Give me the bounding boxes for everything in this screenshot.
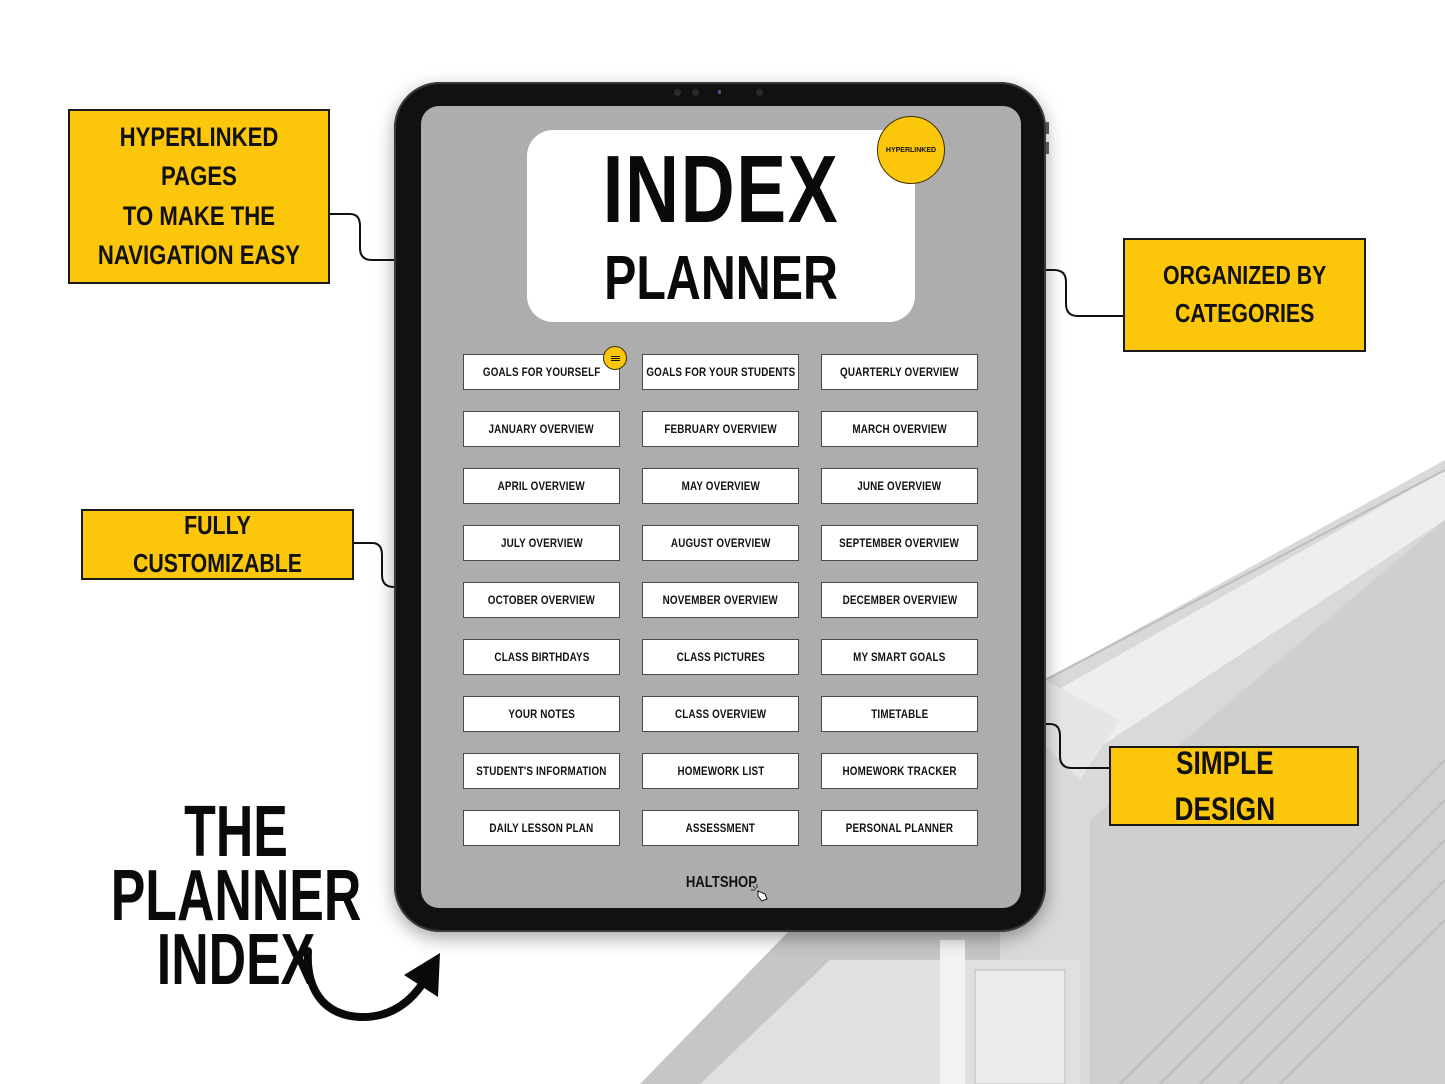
connector-line bbox=[1046, 269, 1123, 317]
connector-line bbox=[330, 213, 394, 261]
index-link-february-overview[interactable]: February overview bbox=[642, 411, 799, 447]
planner-screen: INDEX PLANNER HYPERLINKED Goals for your… bbox=[421, 106, 1021, 908]
index-link-november-overview[interactable]: November overview bbox=[642, 582, 799, 618]
index-link-may-overview[interactable]: May overview bbox=[642, 468, 799, 504]
index-link-october-overview[interactable]: October overview bbox=[463, 582, 620, 618]
index-link-label: November overview bbox=[662, 593, 779, 607]
callout-text: FULLY CUSTOMIZABLE bbox=[133, 509, 302, 578]
camera-sensor-icon bbox=[674, 89, 681, 96]
index-link-label: Homework tracker bbox=[842, 764, 957, 778]
index-link-quarterly-overview[interactable]: Quarterly overview bbox=[821, 354, 978, 390]
index-link-timetable[interactable]: Timetable bbox=[821, 696, 978, 732]
index-link-label: Homework list bbox=[677, 764, 764, 778]
index-link-personal-planner[interactable]: Personal planner bbox=[821, 810, 978, 846]
index-link-label: Daily lesson plan bbox=[489, 821, 594, 835]
callout-text: HYPERLINKED PAGES TO MAKE THE NAVIGATION… bbox=[97, 122, 301, 270]
brand-link[interactable]: HALTSHOP bbox=[421, 874, 1021, 892]
index-link-label: October overview bbox=[487, 593, 596, 607]
pointer-hand-icon bbox=[751, 884, 768, 902]
index-link-goals-for-yourself[interactable]: Goals for yourself bbox=[463, 346, 627, 390]
index-link-december-overview[interactable]: December overview bbox=[821, 582, 978, 618]
index-link-goals-for-your-students[interactable]: Goals for your students bbox=[642, 354, 799, 390]
index-link-september-overview[interactable]: September overview bbox=[821, 525, 978, 561]
index-link-label: Student's information bbox=[476, 764, 607, 778]
index-link-label: April overview bbox=[497, 479, 586, 493]
callout-text: ORGANIZED BY CATEGORIES bbox=[1162, 260, 1327, 328]
index-link-label: Timetable bbox=[870, 707, 929, 721]
connector-line bbox=[1046, 723, 1109, 769]
index-grid: Goals for yourself Goals for your studen… bbox=[463, 346, 979, 846]
callout-fully-customizable: FULLY CUSTOMIZABLE bbox=[81, 509, 354, 580]
index-link-label: August overview bbox=[670, 536, 771, 550]
index-link-label: Quarterly overview bbox=[840, 365, 959, 379]
notes-icon bbox=[603, 346, 627, 370]
index-link-march-overview[interactable]: March overview bbox=[821, 411, 978, 447]
volume-button bbox=[1046, 122, 1049, 134]
index-link-august-overview[interactable]: August overview bbox=[642, 525, 799, 561]
index-link-label: Your notes bbox=[508, 707, 575, 721]
brand-label: HALTSHOP bbox=[685, 874, 757, 891]
index-link-label: September overview bbox=[839, 536, 960, 550]
title-card: INDEX PLANNER bbox=[527, 130, 915, 322]
callout-organized-by-categories: ORGANIZED BY CATEGORIES bbox=[1123, 238, 1366, 352]
camera-lens-icon bbox=[718, 90, 721, 94]
index-link-january-overview[interactable]: January overview bbox=[463, 411, 620, 447]
camera-sensor-icon bbox=[756, 89, 763, 96]
callout-text: SIMPLE DESIGN bbox=[1174, 744, 1276, 827]
index-link-label: Class pictures bbox=[676, 650, 765, 664]
index-link-label: February overview bbox=[664, 422, 777, 436]
curved-arrow-icon bbox=[303, 947, 440, 1022]
tablet-device: INDEX PLANNER HYPERLINKED Goals for your… bbox=[394, 82, 1049, 932]
page-subtitle: PLANNER bbox=[604, 244, 838, 313]
index-link-homework-tracker[interactable]: Homework tracker bbox=[821, 753, 978, 789]
page-title: INDEX bbox=[602, 136, 840, 243]
index-link-april-overview[interactable]: April overview bbox=[463, 468, 620, 504]
index-link-assessment[interactable]: Assessment bbox=[642, 810, 799, 846]
index-link-label: Personal planner bbox=[845, 821, 954, 835]
index-link-label: Goals for your students bbox=[645, 365, 796, 379]
index-link-label: March overview bbox=[852, 422, 947, 436]
index-link-label: My smart goals bbox=[853, 650, 946, 664]
index-link-label: July overview bbox=[500, 536, 583, 550]
callout-simple-design: SIMPLE DESIGN bbox=[1109, 745, 1359, 827]
index-link-label: Goals for yourself bbox=[482, 365, 601, 379]
index-link-homework-list[interactable]: Homework list bbox=[642, 753, 799, 789]
index-link-july-overview[interactable]: July overview bbox=[463, 525, 620, 561]
hyperlinked-badge: HYPERLINKED bbox=[877, 116, 945, 184]
index-link-my-smart-goals[interactable]: My smart goals bbox=[821, 639, 978, 675]
volume-button bbox=[1046, 142, 1049, 154]
camera-sensor-icon bbox=[692, 89, 699, 96]
index-link-label: Assessment bbox=[685, 821, 756, 835]
index-link-label: May overview bbox=[681, 479, 760, 493]
callout-hyperlinked-pages: HYPERLINKED PAGES TO MAKE THE NAVIGATION… bbox=[68, 109, 330, 284]
index-link-label: Class overview bbox=[674, 707, 767, 721]
index-link-daily-lesson-plan[interactable]: Daily lesson plan bbox=[463, 810, 620, 846]
index-link-students-information[interactable]: Student's information bbox=[463, 753, 620, 789]
index-link-class-overview[interactable]: Class overview bbox=[642, 696, 799, 732]
index-link-your-notes[interactable]: Your notes bbox=[463, 696, 620, 732]
index-link-label: December overview bbox=[842, 593, 957, 607]
index-link-class-pictures[interactable]: Class pictures bbox=[642, 639, 799, 675]
index-link-label: January overview bbox=[488, 422, 595, 436]
index-link-label: Class birthdays bbox=[493, 650, 590, 664]
index-link-june-overview[interactable]: June overview bbox=[821, 468, 978, 504]
connector-line bbox=[354, 542, 395, 588]
index-link-label: June overview bbox=[857, 479, 942, 493]
index-link-class-birthdays[interactable]: Class birthdays bbox=[463, 639, 620, 675]
